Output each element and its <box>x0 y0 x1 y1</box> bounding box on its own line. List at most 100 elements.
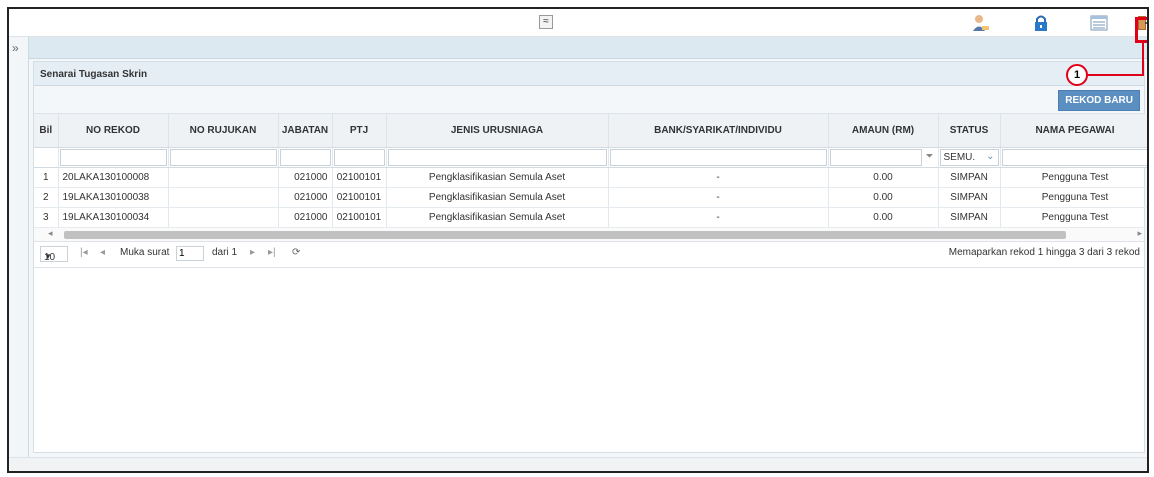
cell-no-rekod: 19LAKA130100038 <box>58 187 169 208</box>
scroll-right-icon[interactable]: ▸ <box>1137 228 1142 239</box>
filter-jabatan-input[interactable] <box>279 148 331 166</box>
cell-bil: 1 <box>34 167 59 188</box>
cell-no-rujukan <box>168 207 279 228</box>
chevron-down-icon: ⌄ <box>986 150 995 162</box>
cell-status: SIMPAN <box>938 187 1001 208</box>
filter-no-rujukan-cell <box>168 147 279 168</box>
cell-nama-pegawai: Pengguna Test <box>1000 167 1147 188</box>
top-toolbar: ≈ <box>9 9 1147 37</box>
cell-status: SIMPAN <box>938 167 1001 188</box>
filter-status-cell: SEMU. ⌄ <box>938 147 1001 168</box>
callout-number-badge: 1 <box>1066 64 1088 86</box>
page-label: Muka surat <box>120 246 170 258</box>
filter-bil-cell <box>34 147 59 168</box>
last-page-icon[interactable]: ▸| <box>268 247 276 258</box>
col-no-rekod[interactable]: NO REKOD <box>58 114 169 148</box>
col-nama-pegawai[interactable]: NAMA PEGAWAI <box>1000 114 1147 148</box>
horizontal-scrollbar[interactable]: ◂ ▸ <box>34 227 1144 242</box>
cell-jenis-urusniaga: Pengklasifikasian Semula Aset <box>386 187 609 208</box>
filter-row: ⏷ SEMU. ⌄ <box>34 147 1147 168</box>
cell-bank-syarikat: - <box>608 167 829 188</box>
lock-icon[interactable] <box>1031 13 1051 33</box>
cell-jenis-urusniaga: Pengklasifikasian Semula Aset <box>386 167 609 188</box>
filter-bank-cell <box>608 147 829 168</box>
cell-jenis-urusniaga: Pengklasifikasian Semula Aset <box>386 207 609 228</box>
filter-amaun-cell: ⏷ <box>828 147 939 168</box>
cell-no-rekod: 20LAKA130100008 <box>58 167 169 188</box>
filter-nama-input[interactable] <box>1001 148 1147 166</box>
page-total-label: dari 1 <box>212 246 238 258</box>
cell-no-rujukan <box>168 167 279 188</box>
callout-line-vertical <box>1142 41 1144 76</box>
collapse-header-button[interactable]: ≈ <box>539 15 553 29</box>
page-number-input[interactable] <box>176 245 204 261</box>
table-row[interactable]: 3 19LAKA130100034 021000 02100101 Pengklasif… <box>34 207 1147 228</box>
rekod-baru-button[interactable]: REKOD BARU <box>1058 90 1140 111</box>
panel-title: Senarai Tugasan Skrin <box>34 62 1144 86</box>
list-view-icon[interactable] <box>1089 13 1109 33</box>
app-window: ≈ » Senarai Tugasan Skrin REKOD BARU Bil… <box>7 7 1149 473</box>
cell-jabatan: 021000 <box>278 167 333 188</box>
cell-nama-pegawai: Pengguna Test <box>1000 187 1147 208</box>
cell-nama-pegawai: Pengguna Test <box>1000 207 1147 228</box>
next-page-icon[interactable]: ▸ <box>250 247 255 258</box>
table-row[interactable]: 2 19LAKA130100038 021000 02100101 Pengklasif… <box>34 187 1147 208</box>
records-summary: Memaparkan rekod 1 hingga 3 dari 3 rekod <box>948 246 1140 258</box>
prev-page-icon[interactable]: ◂ <box>100 247 105 258</box>
cell-status: SIMPAN <box>938 207 1001 228</box>
cell-bank-syarikat: - <box>608 207 829 228</box>
col-amaun[interactable]: AMAUN (RM) <box>828 114 939 148</box>
filter-bank-input[interactable] <box>609 148 827 166</box>
status-filter-value: SEMU. <box>943 151 976 163</box>
cell-bank-syarikat: - <box>608 187 829 208</box>
col-status[interactable]: STATUS <box>938 114 1001 148</box>
cell-jabatan: 021000 <box>278 187 333 208</box>
filter-no-rekod-input[interactable] <box>59 148 167 166</box>
table-row[interactable]: 1 20LAKA130100008 021000 02100101 Pengklasif… <box>34 167 1147 188</box>
col-bank-syarikat[interactable]: BANK/SYARIKAT/INDIVIDU <box>608 114 829 148</box>
refresh-icon[interactable]: ⟳ <box>292 247 300 258</box>
filter-jabatan-cell <box>278 147 333 168</box>
filter-jenis-input[interactable] <box>387 148 607 166</box>
filter-no-rekod-cell <box>58 147 169 168</box>
filter-nama-cell <box>1000 147 1147 168</box>
pagination-bar: 10 ▼ |◂ ◂ Muka surat dari 1 ▸ ▸| ⟳ Memap… <box>34 241 1144 268</box>
task-list-panel: Senarai Tugasan Skrin REKOD BARU Bil NO … <box>33 61 1147 453</box>
status-filter-select[interactable]: SEMU. ⌄ <box>939 148 999 166</box>
content-header-strip <box>29 37 1147 59</box>
filter-ptj-cell <box>332 147 387 168</box>
filter-no-rujukan-input[interactable] <box>169 148 277 166</box>
cell-no-rekod: 19LAKA130100034 <box>58 207 169 228</box>
cell-amaun: 0.00 <box>828 207 939 228</box>
collapsed-sidebar: » <box>9 37 29 457</box>
callout-line-horizontal <box>1086 74 1144 76</box>
cell-ptj: 02100101 <box>332 187 387 208</box>
col-no-rujukan[interactable]: NO RUJUKAN <box>168 114 279 148</box>
col-jenis-urusniaga[interactable]: JENIS URUSNIAGA <box>386 114 609 148</box>
bottom-bar <box>9 457 1147 471</box>
filter-funnel-icon[interactable]: ⏷ <box>926 151 934 162</box>
table-header-row: Bil NO REKOD NO RUJUKAN JABATAN PTJ JENI… <box>34 114 1147 148</box>
first-page-icon[interactable]: |◂ <box>80 247 88 258</box>
cell-jabatan: 021000 <box>278 207 333 228</box>
col-jabatan[interactable]: JABATAN <box>278 114 333 148</box>
cell-no-rujukan <box>168 187 279 208</box>
col-ptj[interactable]: PTJ <box>332 114 387 148</box>
col-bil[interactable]: Bil <box>34 114 59 148</box>
expand-sidebar-icon[interactable]: » <box>12 41 19 55</box>
cell-ptj: 02100101 <box>332 167 387 188</box>
panel-toolbar: REKOD BARU <box>34 86 1144 114</box>
records-table: Bil NO REKOD NO RUJUKAN JABATAN PTJ JENI… <box>34 114 1147 228</box>
user-profile-icon[interactable] <box>971 13 991 33</box>
scroll-thumb[interactable] <box>64 230 1066 239</box>
cell-bil: 3 <box>34 207 59 228</box>
page-size-select[interactable]: 10 ▼ <box>40 245 68 263</box>
filter-jenis-cell <box>386 147 609 168</box>
cell-ptj: 02100101 <box>332 207 387 228</box>
callout-highlight-box <box>1135 17 1147 43</box>
scroll-left-icon[interactable]: ◂ <box>48 228 53 239</box>
filter-ptj-input[interactable] <box>333 148 385 166</box>
cell-amaun: 0.00 <box>828 187 939 208</box>
filter-amaun-input[interactable] <box>829 148 922 166</box>
cell-bil: 2 <box>34 187 59 208</box>
